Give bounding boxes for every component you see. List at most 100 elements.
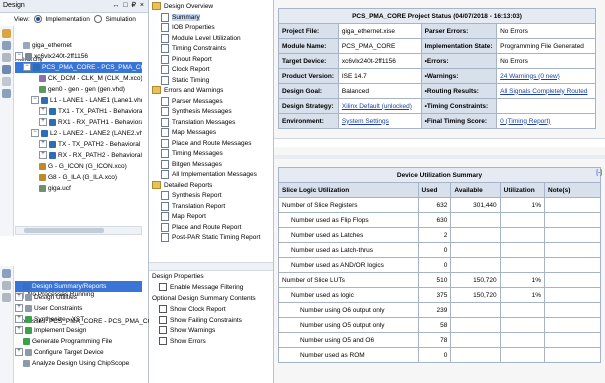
hierarchy-item[interactable]: − L1 - LANE1 - LANE1 (Lane1.vhd) <box>15 95 142 106</box>
nav-item[interactable]: Summary <box>152 12 271 24</box>
optional-content-checkbox[interactable] <box>159 305 167 314</box>
tree-spacer-icon[interactable] <box>15 42 21 48</box>
tree-spacer-icon[interactable] <box>31 163 37 169</box>
hierarchy-hscroll[interactable] <box>15 226 142 235</box>
expand-icon[interactable]: + <box>39 151 47 160</box>
nav-item[interactable]: Map Messages <box>152 128 271 139</box>
collapse-link[interactable]: [-] <box>596 169 602 176</box>
nav-item[interactable]: Static Timing <box>152 75 271 87</box>
status-link[interactable]: System Settings <box>342 118 389 125</box>
nav-item[interactable]: Translation Messages <box>152 117 271 129</box>
hierarchy-item[interactable]: giga.ucf <box>15 183 142 194</box>
hierarchy-item[interactable]: + RX - RX_PATH2 - Behavioral <box>15 150 142 161</box>
hierarchy-item[interactable]: giga_ethernet <box>15 40 142 51</box>
process-icon-2[interactable] <box>2 281 11 290</box>
nav-item[interactable]: Clock Report <box>152 65 271 76</box>
implementation-radio[interactable] <box>33 15 42 24</box>
enable-filtering-row[interactable]: Enable Message Filtering <box>159 283 243 294</box>
nav-item[interactable]: Translation Report <box>152 201 271 213</box>
expand-icon[interactable]: + <box>39 107 47 116</box>
optional-content-checkbox[interactable] <box>159 326 167 335</box>
nav-item[interactable]: Timing Messages <box>152 149 271 160</box>
nav-item[interactable]: Synthesis Messages <box>152 107 271 118</box>
panel-controls[interactable]: ↔ □ ₽ × <box>112 0 145 12</box>
process-item[interactable]: + Synthesize - XST <box>15 314 142 325</box>
process-icon-3[interactable] <box>2 293 11 302</box>
optional-content-row[interactable]: Show Clock Report <box>159 305 242 316</box>
optional-content-row[interactable]: Show Warnings <box>159 326 242 337</box>
status-link[interactable]: All Signals Completely Routed <box>500 88 587 95</box>
nav-folder[interactable]: Errors and Warnings <box>152 86 271 97</box>
hierarchy-item[interactable]: − xc6vlx240t-2ff1156 <box>15 51 142 62</box>
status-link[interactable]: Xilinx Default (unlocked) <box>342 103 412 110</box>
hierarchy-item[interactable]: − PCS_PMA_CORE - PCS_PMA_CORE <box>15 62 142 73</box>
process-item[interactable]: Generate Programming File <box>15 336 142 347</box>
hscroll-thumb[interactable] <box>24 228 104 233</box>
optional-content-checkbox[interactable] <box>159 336 167 345</box>
expand-icon[interactable]: + <box>15 348 23 357</box>
nav-item[interactable]: Module Level Utilization <box>152 33 271 45</box>
properties-icon[interactable] <box>2 65 11 74</box>
hierarchy-item[interactable]: + RX1 - RX_PATH1 - Behavioral <box>15 117 142 128</box>
status-link[interactable]: 0 (Timing Report) <box>500 118 550 125</box>
nav-folder[interactable]: Detailed Reports <box>152 180 271 192</box>
tree-spacer-icon[interactable] <box>15 338 21 344</box>
nav-item[interactable]: Place and Route Report <box>152 222 271 234</box>
expand-icon[interactable]: + <box>15 326 23 335</box>
tree-spacer-icon[interactable] <box>31 185 37 191</box>
add-source-icon[interactable] <box>2 41 11 50</box>
nav-hscroll[interactable] <box>149 262 273 271</box>
expand-icon[interactable]: + <box>39 118 47 127</box>
nav-item[interactable]: Bitgen Messages <box>152 159 271 171</box>
expand-icon[interactable]: + <box>39 140 47 149</box>
collapse-icon[interactable]: − <box>31 96 39 105</box>
nav-item[interactable]: Synthesis Report <box>152 191 271 202</box>
hierarchy-item[interactable]: CK_DCM - CLK_M (CLK_M.xco) <box>15 73 142 84</box>
collapse-icon[interactable]: − <box>23 63 31 72</box>
tree-spacer-icon[interactable] <box>31 75 37 81</box>
simulation-radio[interactable] <box>93 15 102 24</box>
process-icon-1[interactable] <box>2 269 11 278</box>
hierarchy-item[interactable]: + TX1 - TX_PATH1 - Behavioral <box>15 106 142 117</box>
tree-spacer-icon[interactable] <box>31 174 37 180</box>
nav-item[interactable]: Timing Constraints <box>152 44 271 55</box>
enable-filtering-checkbox[interactable] <box>159 283 167 292</box>
nav-item[interactable]: Place and Route Messages <box>152 138 271 150</box>
process-item[interactable]: Analyze Design Using ChipScope <box>15 358 142 369</box>
process-item[interactable]: + Design Utilities <box>15 292 142 303</box>
process-item[interactable]: + User Constraints <box>15 303 142 314</box>
document-icon <box>161 212 169 221</box>
optional-content-row[interactable]: Show Errors <box>159 336 242 348</box>
open-icon[interactable] <box>2 77 11 86</box>
new-source-icon[interactable] <box>2 29 11 38</box>
hierarchy-item[interactable]: − L2 - LANE2 - LANE2 (LANE2.vhd) <box>15 128 142 139</box>
status-link[interactable]: 24 Warnings (0 new) <box>500 73 560 80</box>
collapse-icon[interactable]: − <box>15 52 23 61</box>
module-icon[interactable] <box>2 89 11 98</box>
nav-item[interactable]: All Implementation Messages <box>152 170 271 181</box>
hierarchy-item[interactable]: G8 - G_ILA (G_ILA.xco) <box>15 172 142 183</box>
hierarchy-item[interactable]: G - G_ICON (G_ICON.xco) <box>15 161 142 172</box>
expand-icon[interactable]: + <box>15 293 23 302</box>
remove-icon[interactable] <box>2 53 11 62</box>
nav-item[interactable]: Post-PAR Static Timing Report <box>152 233 271 244</box>
tree-spacer-icon[interactable] <box>31 86 37 92</box>
nav-folder[interactable]: Design Overview <box>152 2 271 13</box>
process-item[interactable]: Design Summary/Reports <box>15 281 142 292</box>
hierarchy-item[interactable]: gen0 - gen - gen (gen.vhd) <box>15 84 142 95</box>
nav-item[interactable]: Parser Messages <box>152 96 271 108</box>
collapse-icon[interactable]: − <box>31 129 39 138</box>
optional-content-row[interactable]: Show Failing Constraints <box>159 315 242 327</box>
expand-icon[interactable]: + <box>15 315 23 324</box>
nav-item[interactable]: Pinout Report <box>152 54 271 66</box>
expand-icon[interactable]: + <box>15 304 23 313</box>
process-item[interactable]: + Implement Design <box>15 325 142 336</box>
utilization-available: 150,720 <box>450 287 501 303</box>
optional-content-checkbox[interactable] <box>159 315 167 324</box>
tree-spacer-icon[interactable] <box>15 283 21 289</box>
hierarchy-item[interactable]: + TX - TX_PATH2 - Behavioral <box>15 139 142 150</box>
nav-item[interactable]: IOB Properties <box>152 23 271 34</box>
tree-spacer-icon[interactable] <box>15 360 21 366</box>
nav-item[interactable]: Map Report <box>152 212 271 223</box>
process-item[interactable]: + Configure Target Device <box>15 347 142 358</box>
